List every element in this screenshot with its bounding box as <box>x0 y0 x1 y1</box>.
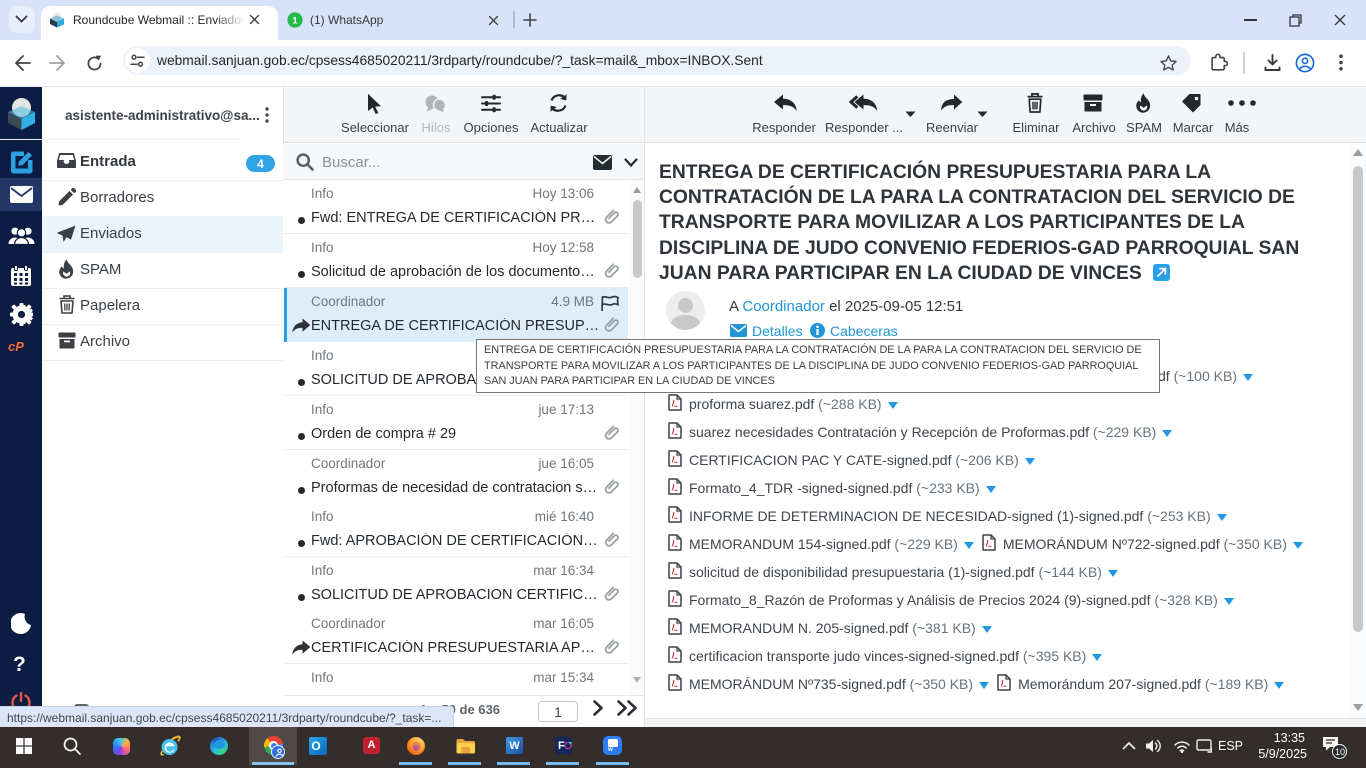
svg-text:1: 1 <box>292 15 298 26</box>
